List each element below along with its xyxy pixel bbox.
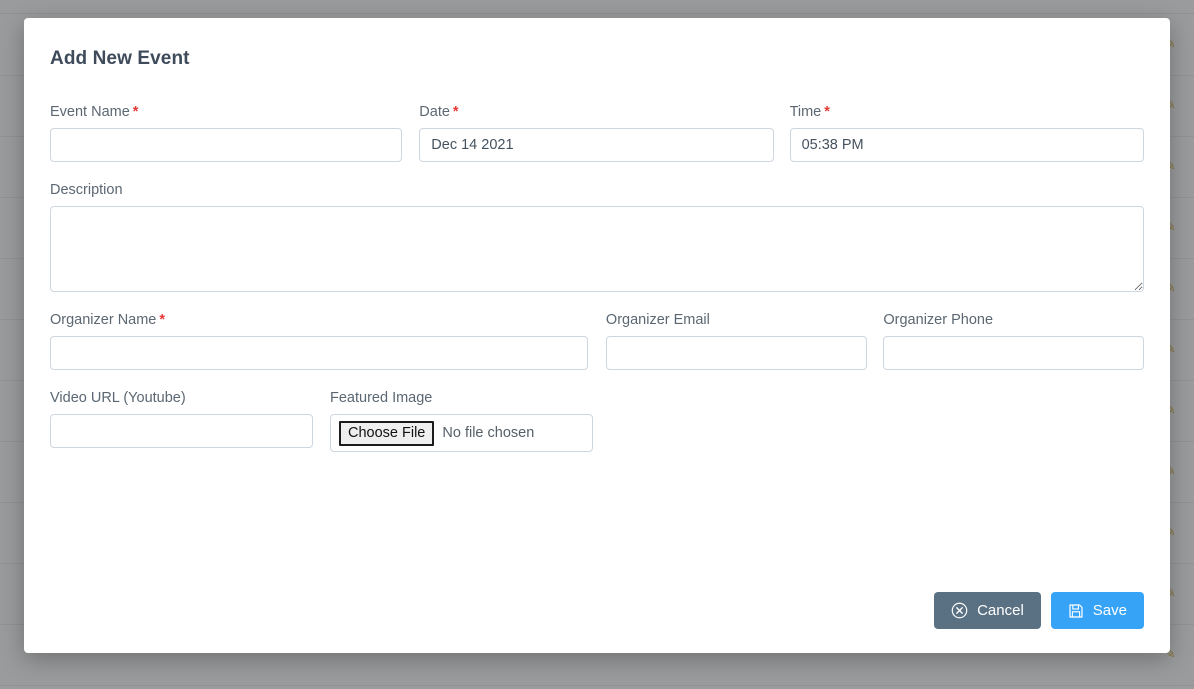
field-video-url: Video URL (Youtube) bbox=[50, 390, 313, 452]
cancel-button[interactable]: Cancel bbox=[934, 592, 1041, 629]
event-name-label-text: Event Name bbox=[50, 104, 130, 120]
organizer-email-label: Organizer Email bbox=[605, 312, 710, 328]
organizer-name-label: Organizer Name * bbox=[50, 312, 588, 328]
choose-file-button[interactable]: Choose File bbox=[339, 420, 435, 446]
video-url-label: Video URL (Youtube) bbox=[50, 390, 186, 406]
field-date: Date * bbox=[419, 104, 774, 162]
form-row-media: Video URL (Youtube) Featured Image Choos… bbox=[50, 390, 1144, 452]
organizer-name-input[interactable] bbox=[50, 336, 589, 370]
video-url-input[interactable] bbox=[50, 414, 313, 448]
description-label: Description bbox=[50, 182, 123, 198]
form-row-primary: Event Name* Date* Time* bbox=[50, 104, 1144, 162]
field-event-name: Event Name * bbox=[50, 104, 403, 162]
cancel-button-label: Cancel bbox=[977, 602, 1024, 619]
featured-image-label: Featured Image bbox=[330, 390, 433, 406]
modal-footer: Cancel Save bbox=[934, 592, 1144, 629]
save-button[interactable]: Save bbox=[1050, 592, 1144, 629]
field-description: Description bbox=[50, 182, 1144, 292]
required-asterisk: * bbox=[824, 104, 830, 120]
time-label-text: Time bbox=[789, 104, 822, 120]
description-textarea[interactable] bbox=[50, 206, 1144, 292]
required-asterisk: * bbox=[452, 104, 459, 120]
organizer-phone-input[interactable] bbox=[883, 336, 1145, 370]
date-label-text: Date bbox=[419, 104, 450, 120]
save-button-label: Save bbox=[1092, 602, 1127, 619]
event-name-label: Event Name * bbox=[50, 104, 402, 120]
field-featured-image: Featured Image Choose File No file chose… bbox=[330, 390, 593, 452]
add-new-event-modal: Add New Event Event Name* Date* Time* bbox=[24, 18, 1170, 653]
organizer-phone-label: Organizer Phone bbox=[883, 312, 994, 328]
modal-body: Add New Event Event Name* Date* Time* bbox=[24, 18, 1170, 653]
time-input[interactable] bbox=[789, 128, 1144, 162]
modal-title: Add New Event bbox=[50, 48, 190, 69]
featured-image-file-input[interactable]: Choose File No file chosen bbox=[330, 414, 593, 452]
organizer-name-label-text: Organizer Name bbox=[50, 312, 157, 328]
field-organizer-phone: Organizer Phone bbox=[883, 312, 1145, 370]
circle-x-icon bbox=[951, 602, 968, 619]
organizer-email-input[interactable] bbox=[605, 336, 867, 370]
field-organizer-name: Organizer Name * bbox=[50, 312, 589, 370]
floppy-save-icon bbox=[1068, 603, 1084, 619]
required-asterisk: * bbox=[159, 312, 166, 328]
field-time: Time * bbox=[789, 104, 1144, 162]
form-row-organizer: Organizer Name * Organizer Email Organize… bbox=[50, 312, 1145, 370]
file-status-text: No file chosen bbox=[442, 425, 535, 441]
required-asterisk: * bbox=[132, 104, 139, 120]
date-input[interactable] bbox=[419, 128, 774, 162]
date-label: Date * bbox=[419, 104, 773, 120]
time-label: Time * bbox=[790, 104, 1144, 120]
field-organizer-email: Organizer Email bbox=[605, 312, 867, 370]
event-name-input[interactable] bbox=[50, 128, 403, 162]
form-row-description: Description bbox=[50, 182, 1144, 292]
